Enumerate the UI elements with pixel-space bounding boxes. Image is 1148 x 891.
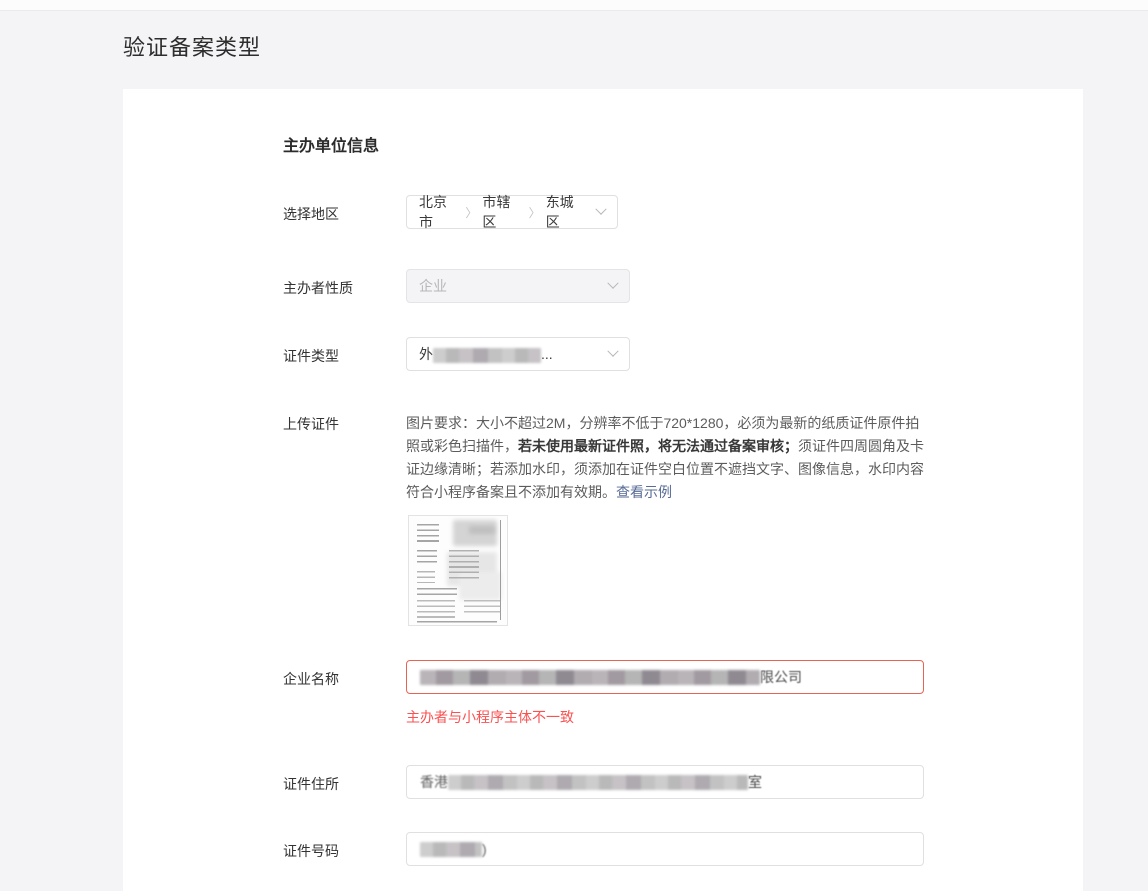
document-text-lines: [464, 600, 500, 614]
company-name-input[interactable]: 限公司: [406, 660, 924, 694]
row-region: 选择地区 北京市 〉 市辖区 〉 东城区: [123, 194, 1083, 230]
chevron-down-icon: [607, 277, 619, 289]
redacted-text: [420, 841, 482, 857]
region-city: 市辖区: [482, 194, 511, 230]
document-text-lines: [449, 550, 479, 580]
cert-type-value: 外...: [419, 346, 553, 363]
region-select[interactable]: 北京市 〉 市辖区 〉 东城区: [406, 194, 618, 230]
certificate-thumbnail[interactable]: [408, 515, 508, 626]
document-smudge: [469, 526, 495, 534]
cert-type-select[interactable]: 外...: [406, 337, 630, 371]
region-province: 北京市: [419, 194, 447, 230]
cert-number-suffix: ): [482, 841, 487, 857]
document-text-lines: [417, 571, 435, 583]
region-label: 选择地区: [283, 206, 339, 222]
redacted-text: [448, 774, 748, 790]
row-cert-address: 证件住所 香港 室: [123, 765, 1083, 799]
row-cert-type: 证件类型 外...: [123, 337, 1083, 371]
top-bar: [0, 0, 1148, 11]
redacted-text: [420, 669, 760, 685]
document-text-lines: [417, 524, 439, 544]
chevron-down-icon: [607, 345, 619, 357]
upload-requirements: 图片要求：大小不超过2M，分辨率不低于720*1280，必须为最新的纸质证件原件…: [406, 415, 924, 500]
nature-value: 企业: [419, 278, 447, 294]
document-edge: [500, 520, 501, 620]
region-district: 东城区: [545, 194, 574, 230]
redacted-text: [433, 347, 541, 363]
nature-label: 主办者性质: [283, 280, 353, 296]
upload-label: 上传证件: [283, 416, 339, 432]
document-text-lines: [417, 550, 437, 566]
nature-select: 企业: [406, 269, 630, 303]
cert-address-suffix: 室: [748, 774, 762, 790]
section-title: 主办单位信息: [283, 138, 380, 155]
row-cert-number: 证件号码 ): [123, 832, 1083, 866]
company-name-suffix: 限公司: [760, 669, 802, 685]
document-text-lines: [417, 621, 497, 625]
cert-number-input[interactable]: ): [406, 832, 924, 866]
document-text-lines: [417, 588, 457, 596]
document-text-lines: [417, 600, 455, 618]
region-separator: 〉: [465, 205, 478, 220]
company-name-label: 企业名称: [283, 671, 339, 687]
form-card: 主办单位信息 选择地区 北京市 〉 市辖区 〉 东城区 主办者性质 企业 证件类…: [123, 89, 1083, 891]
row-upload: 上传证件 图片要求：大小不超过2M，分辨率不低于720*1280，必须为最新的纸…: [123, 405, 1083, 626]
region-separator: 〉: [528, 205, 541, 220]
cert-address-input[interactable]: 香港 室: [406, 765, 924, 799]
cert-address-label: 证件住所: [283, 776, 339, 792]
view-example-link[interactable]: 查看示例: [616, 484, 672, 500]
page-title: 验证备案类型: [123, 35, 262, 60]
cert-number-label: 证件号码: [283, 843, 339, 859]
row-company-name: 企业名称 限公司 主办者与小程序主体不一致: [123, 660, 1083, 727]
cert-type-label: 证件类型: [283, 348, 339, 364]
cert-address-prefix: 香港: [420, 774, 448, 790]
chevron-down-icon: [595, 203, 607, 215]
validation-error-message: 主办者与小程序主体不一致: [406, 709, 574, 725]
row-nature: 主办者性质 企业: [123, 269, 1083, 303]
upload-requirements-bold: 若未使用最新证件照，将无法通过备案审核；: [518, 438, 798, 454]
